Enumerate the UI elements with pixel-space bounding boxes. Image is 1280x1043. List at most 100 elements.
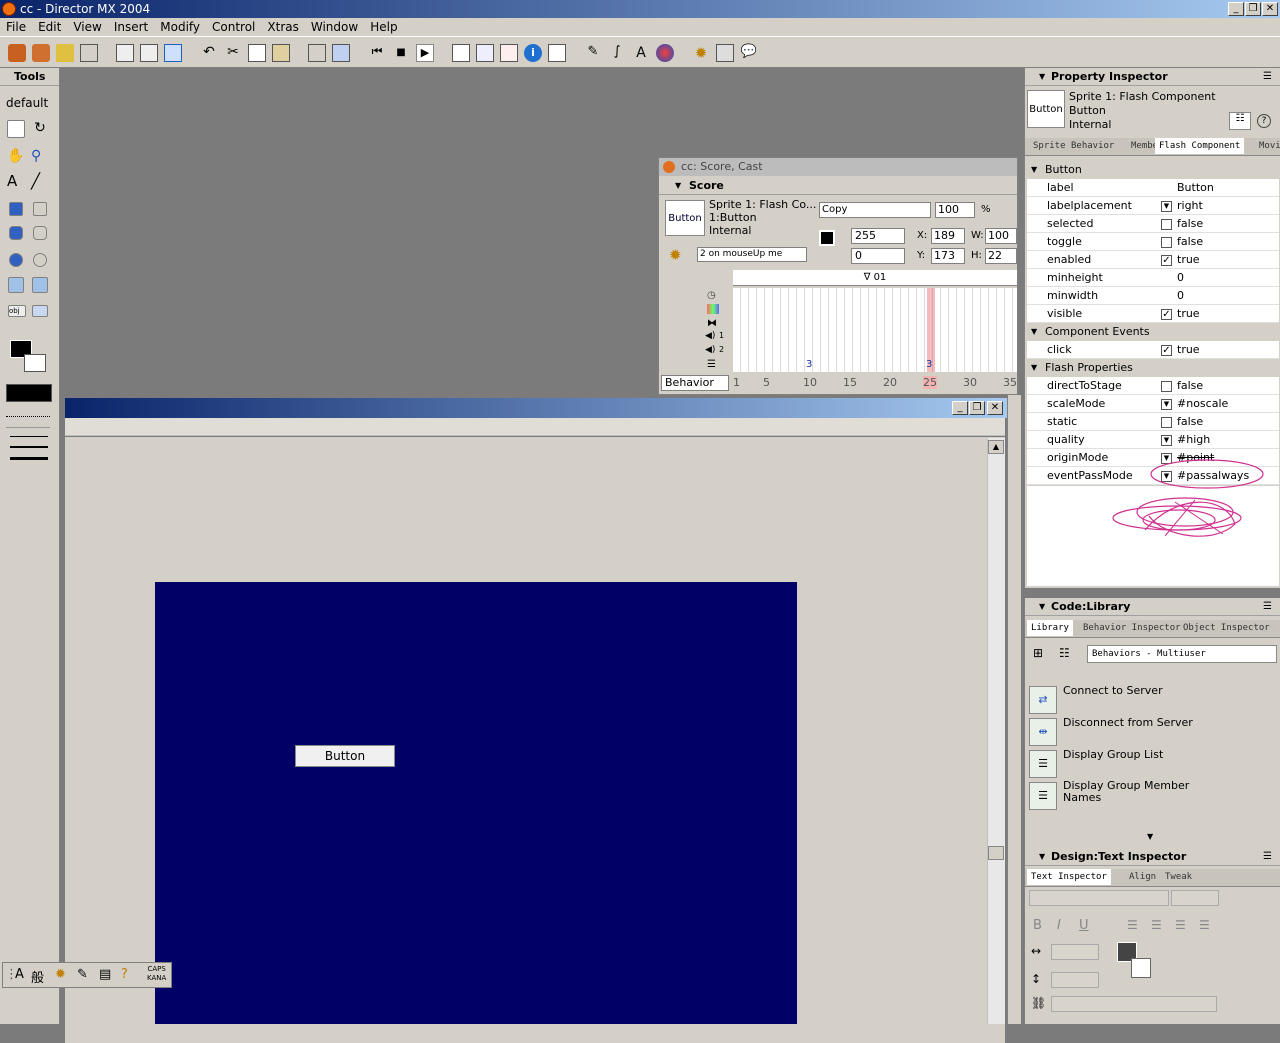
prop-checkbox[interactable] xyxy=(1161,381,1172,392)
blend-select[interactable]: 100 xyxy=(935,202,975,218)
score-marker-row[interactable]: ∇ 01 xyxy=(733,270,1017,286)
filled-ellipse-tool-icon[interactable] xyxy=(9,253,23,267)
prop-row-scalemode[interactable]: scaleMode ▼ #noscale xyxy=(1027,395,1279,413)
restore-button[interactable]: ❐ xyxy=(1245,2,1261,16)
library-item-disconnect[interactable]: ⇹ Disconnect from Server xyxy=(1029,716,1279,748)
menu-edit[interactable]: Edit xyxy=(32,18,67,37)
line-tool-icon[interactable]: ╱ xyxy=(31,172,49,190)
pi-expand-icon[interactable]: ▼ xyxy=(1039,72,1045,81)
menu-insert[interactable]: Insert xyxy=(108,18,154,37)
ime-help-icon[interactable]: ? xyxy=(121,967,128,982)
dropdown-arrow-icon[interactable]: ▼ xyxy=(1161,399,1172,410)
ime-tool-icon[interactable]: ✹ xyxy=(55,967,66,982)
italic-button[interactable]: I xyxy=(1057,918,1061,933)
library-book-icon[interactable] xyxy=(548,44,566,62)
font-select[interactable] xyxy=(1029,890,1169,906)
dropdown-arrow-icon[interactable]: ▼ xyxy=(1161,201,1172,212)
gradient-color-swatch[interactable] xyxy=(6,384,52,402)
tab-movie[interactable]: Movie xyxy=(1255,138,1280,154)
background-color-swatch[interactable] xyxy=(24,354,46,372)
align-right-icon[interactable]: ☰ xyxy=(1175,918,1186,932)
paint-icon[interactable]: ✎ xyxy=(584,44,602,62)
pi-menu-icon[interactable]: ☰ xyxy=(1263,71,1272,82)
prop-row-labelplacement[interactable]: labelplacement ▼ right xyxy=(1027,197,1279,215)
stage-restore-button[interactable]: ❐ xyxy=(969,401,985,415)
radio-tool-icon[interactable] xyxy=(32,277,48,293)
line-2px-icon[interactable] xyxy=(10,446,48,448)
save-icon[interactable] xyxy=(116,44,134,62)
prop-value[interactable]: 0 xyxy=(1177,271,1184,284)
w-input[interactable]: 100 xyxy=(985,228,1017,244)
library-scroll-down-icon[interactable]: ▼ xyxy=(1147,832,1153,841)
stop-icon[interactable]: ■ xyxy=(392,44,410,62)
rotate-tool-icon[interactable]: ↻ xyxy=(31,120,49,138)
stage-flash-button[interactable]: Button xyxy=(295,745,395,767)
tab-tweak[interactable]: Tweak xyxy=(1161,869,1196,885)
library-expand-icon[interactable]: ▼ xyxy=(1039,602,1045,611)
forecolor-chip[interactable] xyxy=(819,230,835,246)
leading-input[interactable] xyxy=(1051,972,1099,988)
prop-checkbox[interactable] xyxy=(1161,237,1172,248)
arrow-tool-icon[interactable] xyxy=(7,120,25,138)
align-center-icon[interactable]: ☰ xyxy=(1151,918,1162,932)
tab-sprite[interactable]: Sprite xyxy=(1029,138,1070,154)
open-icon[interactable] xyxy=(56,44,74,62)
y-input[interactable]: 173 xyxy=(931,248,965,264)
kerning-input[interactable] xyxy=(1051,944,1099,960)
close-button[interactable]: ✕ xyxy=(1262,2,1278,16)
library-list-icon[interactable]: ☷ xyxy=(1059,646,1070,660)
line-none-icon[interactable] xyxy=(6,416,50,428)
dropdown-arrow-icon[interactable]: ▼ xyxy=(1161,435,1172,446)
prop-value[interactable]: #noscale xyxy=(1177,397,1228,410)
rect-tool-icon[interactable] xyxy=(33,202,47,216)
library-menu-icon[interactable]: ☰ xyxy=(1263,601,1272,612)
script-icon[interactable] xyxy=(716,44,734,62)
copy-icon[interactable] xyxy=(248,44,266,62)
panel-splitter[interactable] xyxy=(1007,395,1021,1024)
hyperlink-input[interactable] xyxy=(1051,996,1217,1012)
hand-tool-icon[interactable]: ✋ xyxy=(7,148,25,166)
new-movie-icon[interactable] xyxy=(8,44,26,62)
library-item-group-list[interactable]: ☰ Display Group List xyxy=(1029,748,1279,780)
menu-window[interactable]: Window xyxy=(305,18,364,37)
prop-checkbox-checked[interactable]: ✓ xyxy=(1161,309,1172,320)
checkbox-tool-icon[interactable] xyxy=(8,277,24,293)
exchange-cast-icon[interactable] xyxy=(332,44,350,62)
prop-value[interactable]: right xyxy=(1177,199,1203,212)
tools-preset[interactable]: default xyxy=(6,96,48,110)
find-icon[interactable] xyxy=(308,44,326,62)
rewind-icon[interactable]: ⏮ xyxy=(368,44,386,62)
score-window-icon[interactable] xyxy=(500,44,518,62)
stage-vertical-scrollbar[interactable] xyxy=(987,438,1005,1024)
tab-flash-component[interactable]: Flash Component xyxy=(1155,138,1245,154)
menu-help[interactable]: Help xyxy=(364,18,403,37)
behavior-gear-icon[interactable]: ✹ xyxy=(669,246,682,264)
ellipse-tool-icon[interactable] xyxy=(33,253,47,267)
library-item-connect[interactable]: ⇄ Connect to Server xyxy=(1029,684,1279,716)
prop-row-selected[interactable]: selected false xyxy=(1027,215,1279,233)
prop-checkbox-checked[interactable]: ✓ xyxy=(1161,345,1172,356)
message-icon[interactable]: 💬 xyxy=(740,44,758,62)
menu-view[interactable]: View xyxy=(67,18,107,37)
section-events-chevron-icon[interactable]: ▼ xyxy=(1031,327,1037,336)
menu-modify[interactable]: Modify xyxy=(154,18,206,37)
filled-rect-tool-icon[interactable] xyxy=(9,202,23,216)
publish-icon[interactable] xyxy=(164,44,182,62)
ime-input-mode[interactable]: A xyxy=(15,967,24,982)
stage-window-icon[interactable] xyxy=(452,44,470,62)
paste-icon[interactable] xyxy=(272,44,290,62)
prop-row-click[interactable]: click ✓ true xyxy=(1027,341,1279,359)
stage-close-button[interactable]: ✕ xyxy=(987,401,1003,415)
ime-dictionary-icon[interactable]: ▤ xyxy=(99,967,111,982)
score-expand-icon[interactable]: ▼ xyxy=(675,181,681,190)
prop-row-label[interactable]: label Button xyxy=(1027,179,1279,197)
behavior-select[interactable]: 2 on mouseUp me xyxy=(697,247,807,262)
scroll-thumb[interactable] xyxy=(988,846,1004,860)
line-1px-icon[interactable] xyxy=(10,436,48,437)
prop-value[interactable]: #high xyxy=(1177,433,1210,446)
section-component-events[interactable]: Component Events xyxy=(1027,323,1279,341)
tab-behavior-inspector[interactable]: Behavior Inspector xyxy=(1079,620,1185,636)
prop-row-toggle[interactable]: toggle false xyxy=(1027,233,1279,251)
section-button-chevron-icon[interactable]: ▼ xyxy=(1031,165,1037,174)
section-flash-properties[interactable]: Flash Properties xyxy=(1027,359,1279,377)
